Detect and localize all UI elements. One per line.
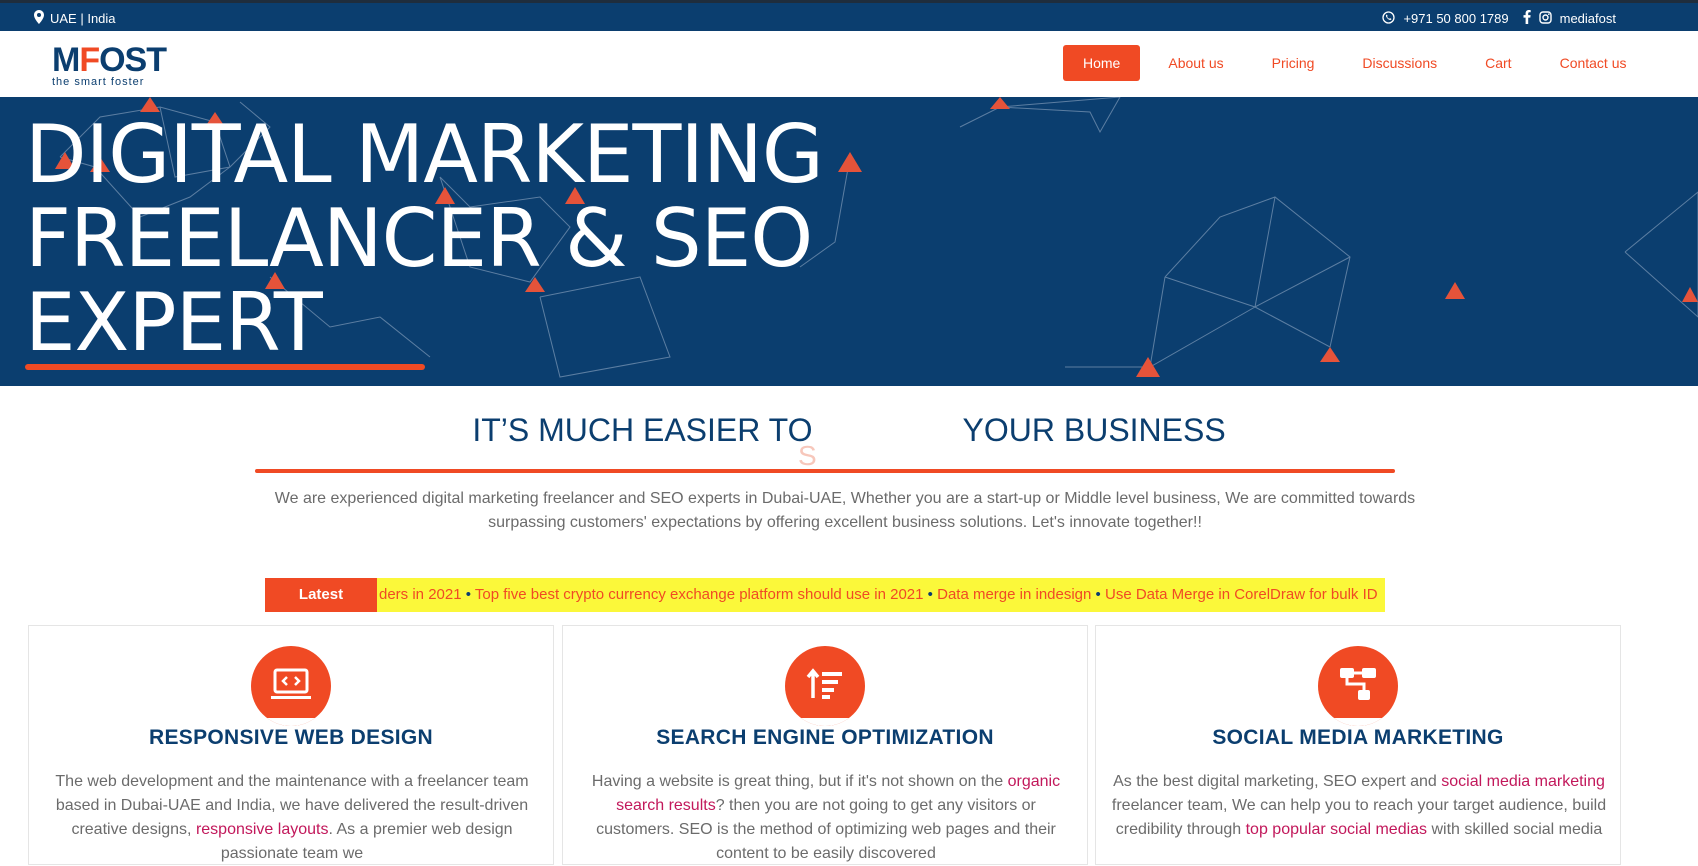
section-tagline: IT’S MUCH EASIER TO YOUR BUSINESS [0, 412, 1698, 449]
social-media-marketing-link[interactable]: social media marketing [1441, 773, 1605, 790]
service-title: SOCIAL MEDIA MARKETING [1212, 726, 1504, 749]
tagline-right: YOUR BUSINESS [962, 412, 1226, 448]
service-card-web-design: RESPONSIVE WEB DESIGN The web developmen… [28, 625, 554, 865]
hero-line-1: DIGITAL MARKETING [25, 108, 824, 201]
hero-line-2: FREELANCER & SEO [25, 192, 813, 285]
nav-about-us[interactable]: About us [1148, 45, 1243, 81]
ticker-items: ders in 2021 • Top five best crypto curr… [377, 578, 1378, 612]
hero-banner: DIGITAL MARKETING FREELANCER & SEO EXPER… [0, 97, 1698, 386]
contact-info: +971 50 800 1789 mediafost [1382, 10, 1616, 27]
responsive-layouts-link[interactable]: responsive layouts [196, 821, 329, 838]
ticker-separator: • [465, 586, 471, 603]
service-card-social-media: SOCIAL MEDIA MARKETING As the best digit… [1095, 625, 1621, 865]
ticker-item[interactable]: Use Data Merge in CorelDraw for bulk ID [1105, 586, 1378, 603]
latest-news-ticker: Latest ders in 2021 • Top five best cryp… [265, 578, 1385, 612]
sitemap-icon [1318, 646, 1398, 726]
hero-line-3: EXPERT [25, 276, 323, 369]
instagram-icon[interactable] [1538, 10, 1552, 27]
ticker-item[interactable]: Top five best crypto currency exchange p… [475, 586, 924, 603]
nav-pricing[interactable]: Pricing [1252, 45, 1335, 81]
service-description: Having a website is great thing, but if … [591, 773, 1061, 862]
map-pin-icon [34, 10, 44, 27]
services-section: RESPONSIVE WEB DESIGN The web developmen… [28, 625, 1622, 865]
nav-menu: Home About us Pricing Discussions Cart C… [1063, 45, 1655, 81]
ticker-label: Latest [265, 578, 377, 612]
ticker-item[interactable]: Data merge in indesign [937, 586, 1091, 603]
nav-cart[interactable]: Cart [1465, 45, 1531, 81]
whatsapp-icon[interactable] [1382, 10, 1396, 27]
ticker-item[interactable]: ders in 2021 [379, 586, 462, 603]
service-title: SEARCH ENGINE OPTIMIZATION [656, 726, 994, 749]
facebook-icon[interactable] [1523, 10, 1531, 27]
animated-word-placeholder: S [798, 440, 817, 471]
service-card-seo: SEARCH ENGINE OPTIMIZATION Having a webs… [562, 625, 1088, 865]
location-text: UAE | India [50, 11, 116, 26]
intro-paragraph: We are experienced digital marketing fre… [274, 490, 1416, 531]
service-description: The web development and the maintenance … [55, 773, 529, 862]
instagram-handle[interactable]: mediafost [1560, 11, 1616, 26]
hero-heading: DIGITAL MARKETING FREELANCER & SEO EXPER… [25, 113, 824, 365]
top-bar: UAE | India +971 50 800 1789 mediafost [0, 0, 1698, 31]
hero-underline [25, 364, 425, 370]
sort-amount-icon [785, 646, 865, 726]
service-description: As the best digital marketing, SEO exper… [1111, 773, 1607, 838]
tagline-divider [255, 469, 1395, 473]
ticker-separator: • [1095, 586, 1101, 603]
logo-mark: MFOST [52, 41, 167, 79]
nav-home[interactable]: Home [1063, 45, 1141, 81]
popular-social-medias-link[interactable]: top popular social medias [1246, 821, 1427, 838]
nav-contact-us[interactable]: Contact us [1540, 45, 1647, 81]
tagline-left: IT’S MUCH EASIER TO [472, 412, 813, 448]
location-info: UAE | India [34, 10, 116, 27]
ticker-separator: • [927, 586, 933, 603]
nav-discussions[interactable]: Discussions [1342, 45, 1457, 81]
service-title: RESPONSIVE WEB DESIGN [148, 726, 434, 749]
phone-number[interactable]: +971 50 800 1789 [1403, 11, 1508, 26]
site-logo[interactable]: MFOST the smart foster [52, 41, 167, 88]
main-navbar: MFOST the smart foster Home About us Pri… [0, 31, 1698, 97]
laptop-code-icon [251, 646, 331, 726]
